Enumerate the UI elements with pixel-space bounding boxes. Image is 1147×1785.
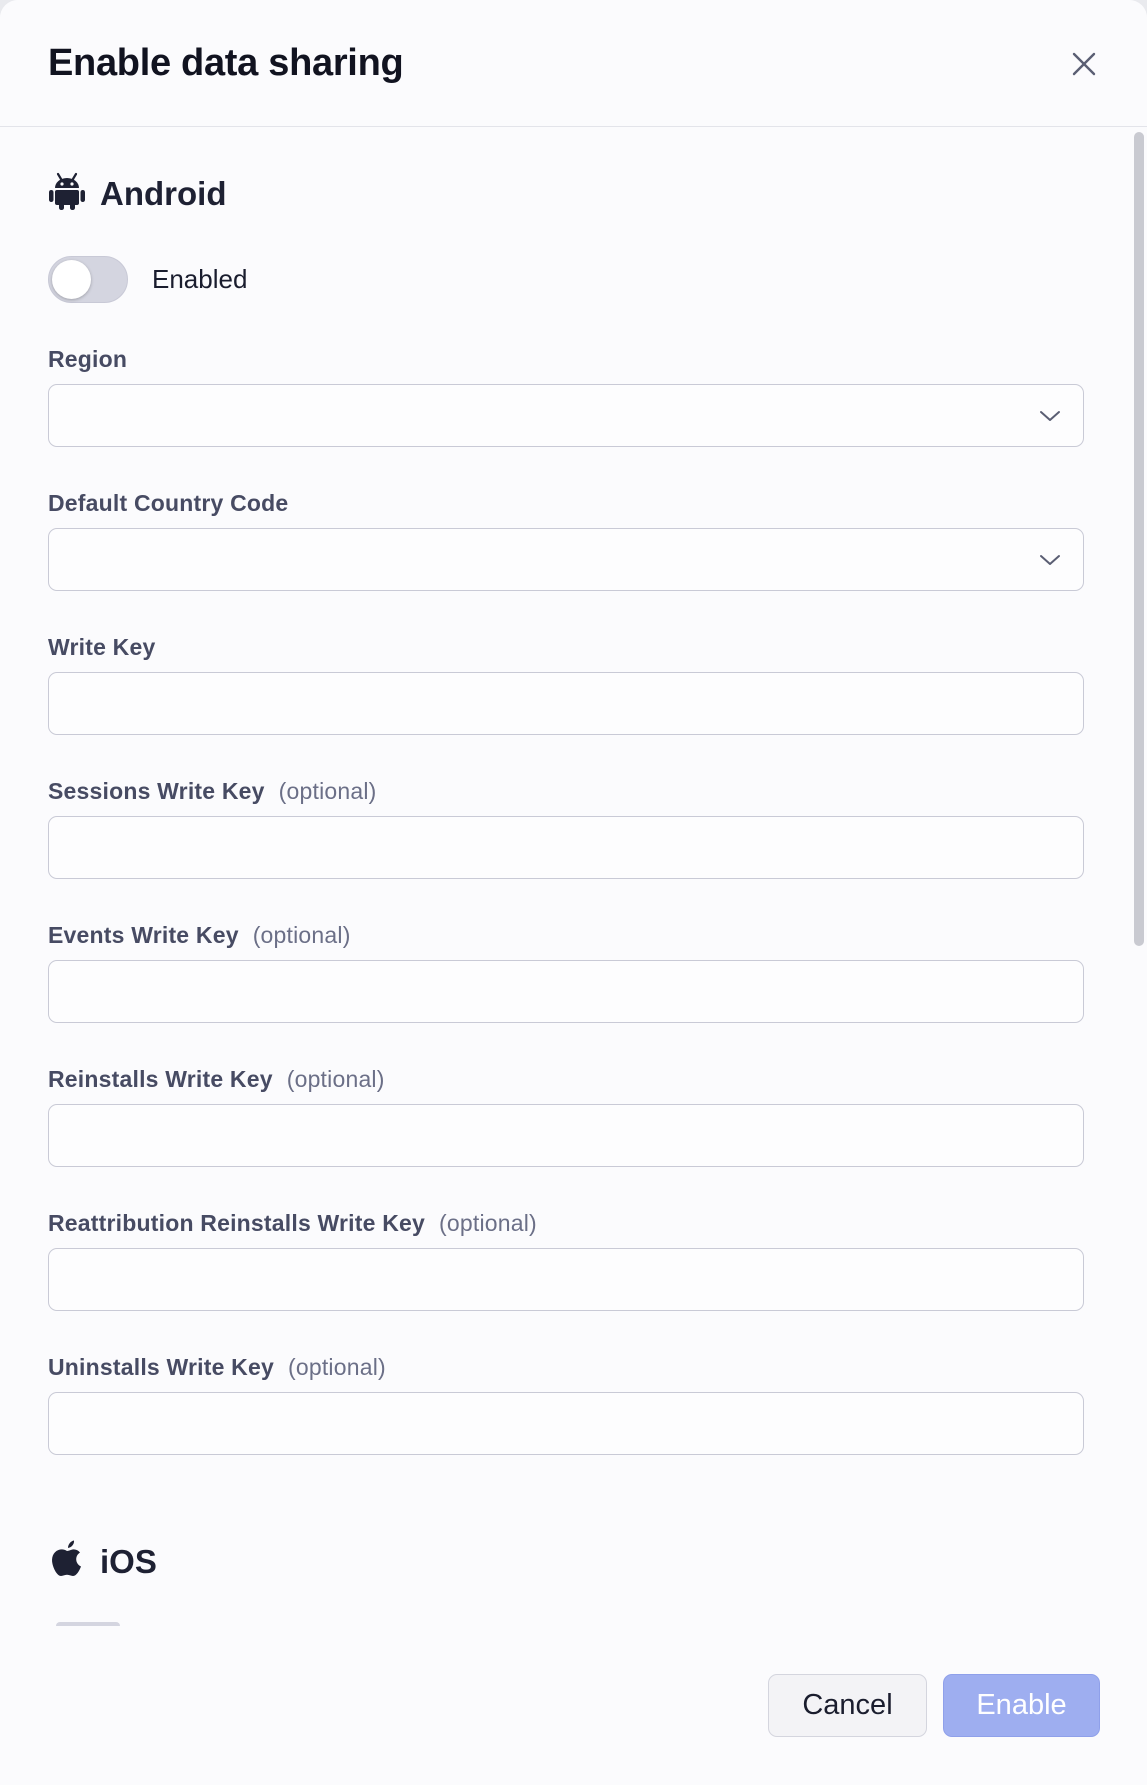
android-enabled-toggle-row: Enabled [48,256,247,303]
region-select[interactable] [48,384,1084,447]
region-label: Region [48,346,127,373]
reattribution-reinstalls-write-key-label-text: Reattribution Reinstalls Write Key [48,1210,426,1236]
reinstalls-write-key-label: Reinstalls Write Key (optional) [48,1066,385,1093]
dialog-header: Enable data sharing [0,0,1147,127]
chevron-down-icon [1040,555,1060,565]
uninstalls-write-key-label: Uninstalls Write Key (optional) [48,1354,386,1381]
reattribution-reinstalls-write-key-input[interactable] [49,1249,1083,1310]
toggle-label: Enabled [152,264,248,294]
reattribution-reinstalls-write-key-label: Reattribution Reinstalls Write Key (optio… [48,1210,537,1237]
events-write-key-field[interactable] [48,960,1084,1023]
default-country-code-label-text: Default Country Code [48,490,289,516]
chevron-down-icon [1040,411,1060,421]
write-key-input[interactable] [49,673,1083,734]
sessions-write-key-field[interactable] [48,816,1084,879]
android-section-header: Android [48,171,226,216]
uninstalls-write-key-input[interactable] [49,1393,1083,1454]
optional-tag: (optional) [287,1354,386,1380]
uninstalls-write-key-label-text: Uninstalls Write Key [48,1354,274,1380]
android-icon [48,171,86,216]
sessions-write-key-input[interactable] [49,817,1083,878]
dialog-title: Enable data sharing [48,42,404,84]
optional-tag: (optional) [286,1066,385,1092]
reinstalls-write-key-input[interactable] [49,1105,1083,1166]
default-country-code-label: Default Country Code [48,490,288,517]
enable-button[interactable]: Enable [943,1674,1100,1737]
uninstalls-write-key-field[interactable] [48,1392,1084,1455]
write-key-label: Write Key [48,634,155,661]
optional-tag: (optional) [439,1210,537,1236]
close-icon[interactable] [1064,44,1104,84]
reinstalls-write-key-field[interactable] [48,1104,1084,1167]
default-country-code-select[interactable] [48,528,1084,591]
sessions-write-key-label: Sessions Write Key (optional) [48,778,377,805]
enable-data-sharing-dialog: Enable data sharing Android Enabled Regi… [0,0,1147,1785]
scrollbar-thumb[interactable] [1134,132,1144,946]
events-write-key-label: Events Write Key (optional) [48,922,351,949]
write-key-label-text: Write Key [48,634,156,660]
optional-tag: (optional) [278,778,377,804]
write-key-field[interactable] [48,672,1084,735]
toggle-knob [52,260,91,299]
reinstalls-write-key-label-text: Reinstalls Write Key [48,1066,273,1092]
ios-title: iOS [100,1542,157,1580]
optional-tag: (optional) [252,922,351,948]
region-label-text: Region [48,346,128,372]
android-title: Android [100,174,227,212]
events-write-key-label-text: Events Write Key [48,922,239,948]
events-write-key-input[interactable] [49,961,1083,1022]
sessions-write-key-label-text: Sessions Write Key [48,778,265,804]
apple-icon [48,1539,86,1584]
ios-section-header: iOS [48,1539,157,1584]
reattribution-reinstalls-write-key-field[interactable] [48,1248,1084,1311]
cancel-button[interactable]: Cancel [768,1674,927,1737]
android-enabled-toggle[interactable] [48,256,128,303]
